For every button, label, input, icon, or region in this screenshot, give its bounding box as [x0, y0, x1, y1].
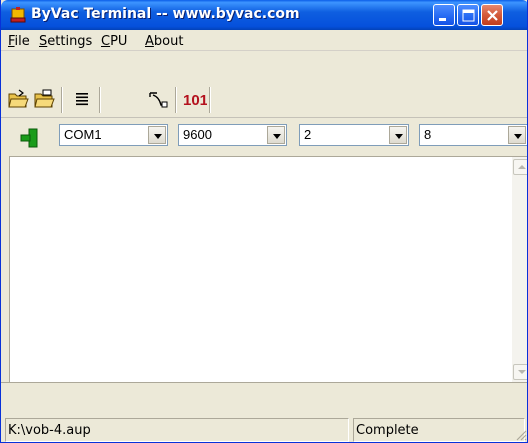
- toolbar-separator: [61, 87, 63, 113]
- status-state-panel: Complete: [353, 418, 525, 442]
- text-lines-icon[interactable]: [71, 88, 93, 110]
- menu-file[interactable]: File: [5, 33, 33, 50]
- stop-bits-value: 2: [304, 127, 312, 142]
- save-folder-icon[interactable]: [33, 88, 55, 110]
- window-title: ByVac Terminal -- www.byvac.com: [31, 6, 300, 22]
- open-folder-icon[interactable]: [7, 88, 29, 110]
- resize-grip-icon[interactable]: [515, 429, 527, 441]
- toolbar-separator: [209, 87, 211, 113]
- scroll-up-icon[interactable]: [513, 159, 527, 175]
- terminal-output[interactable]: [9, 156, 527, 382]
- close-button[interactable]: [481, 4, 503, 26]
- menu-cpu[interactable]: CPU: [98, 33, 130, 50]
- menu-about-mnemonic: A: [145, 34, 154, 49]
- menu-file-label: ile: [14, 34, 30, 49]
- binary-label: 101: [183, 92, 207, 109]
- app-window: ByVac Terminal -- www.byvac.com File Set…: [0, 0, 528, 443]
- status-state: Complete: [356, 423, 419, 438]
- chevron-down-icon[interactable]: [508, 126, 526, 144]
- chevron-down-icon[interactable]: [389, 126, 407, 144]
- menu-cpu-label: PU: [110, 34, 128, 49]
- toolbar-separator: [175, 87, 177, 113]
- port-select[interactable]: COM1: [59, 124, 168, 146]
- stop-bits-select[interactable]: 2: [299, 124, 409, 146]
- status-file: K:\vob-4.aup: [8, 423, 91, 438]
- status-file-panel: K:\vob-4.aup: [5, 418, 349, 442]
- app-logo-icon: [9, 6, 27, 24]
- menu-bar: File Settings CPU About: [1, 30, 527, 51]
- cable-icon[interactable]: [147, 88, 169, 110]
- scroll-down-icon[interactable]: [513, 364, 527, 380]
- serial-settings: COM1 9600 2 8: [1, 120, 527, 150]
- data-bits-value: 8: [424, 127, 432, 142]
- status-bar: K:\vob-4.aup Complete: [1, 415, 527, 442]
- menu-settings[interactable]: Settings: [36, 33, 95, 50]
- menu-about[interactable]: About: [142, 33, 186, 50]
- vertical-scrollbar[interactable]: [512, 157, 527, 382]
- menu-about-label: bout: [153, 34, 184, 49]
- chevron-down-icon[interactable]: [267, 126, 285, 144]
- toolbar-separator: [99, 87, 101, 113]
- maximize-button[interactable]: [457, 4, 479, 26]
- port-value: COM1: [64, 127, 102, 142]
- binary-101-icon[interactable]: 101: [181, 88, 208, 110]
- baud-select[interactable]: 9600: [178, 124, 287, 146]
- baud-value: 9600: [183, 127, 212, 142]
- connect-icon[interactable]: [19, 128, 41, 148]
- toolbar: 101: [1, 83, 527, 118]
- data-bits-select[interactable]: 8: [419, 124, 527, 146]
- menu-settings-label: ettings: [47, 34, 93, 49]
- input-line[interactable]: [1, 382, 527, 406]
- menu-cpu-mnemonic: C: [101, 34, 111, 49]
- title-bar[interactable]: ByVac Terminal -- www.byvac.com: [1, 0, 527, 30]
- chevron-down-icon[interactable]: [148, 126, 166, 144]
- minimize-button[interactable]: [433, 4, 455, 26]
